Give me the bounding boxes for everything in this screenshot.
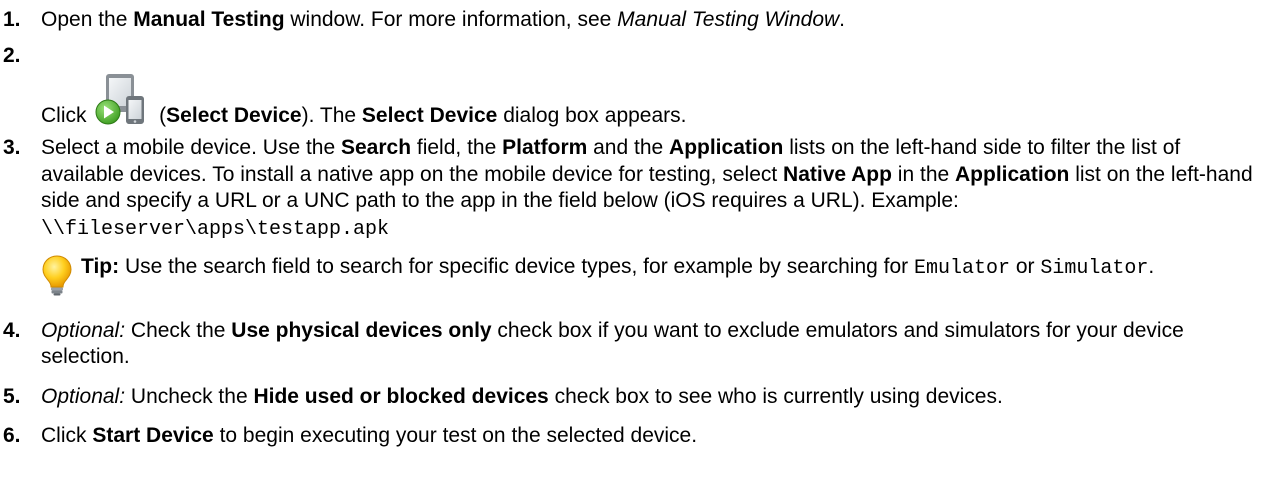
step-text-segment: Select a mobile device. Use the	[41, 136, 341, 159]
step-text: Optional: Uncheck the Hide used or block…	[41, 384, 1258, 410]
tip-label: Tip:	[81, 255, 120, 278]
step-text-segment: Uncheck the	[125, 385, 254, 408]
step-number: 6.	[3, 424, 21, 447]
ui-term-manual-testing: Manual Testing	[133, 8, 285, 31]
step-text-segment: window. For more information, see	[284, 8, 618, 31]
ui-term-platform: Platform	[502, 136, 588, 159]
tip-text-segment: Use the search field to search for speci…	[119, 255, 914, 278]
ui-term-start-device: Start Device	[92, 424, 214, 447]
step-number: 1.	[3, 8, 21, 31]
step-text-segment: in the	[891, 162, 956, 186]
step-text-segment: check box to see who is currently using …	[548, 385, 1003, 408]
lightbulb-icon	[41, 254, 73, 296]
optional-label: Optional:	[41, 385, 126, 408]
ui-term-native-app: Native App	[783, 162, 892, 186]
step-text-segment: to begin executing your test on the sele…	[213, 424, 698, 447]
step-number: 2.	[3, 44, 21, 67]
ui-term-application: Application	[669, 136, 784, 159]
optional-label: Optional:	[41, 319, 126, 342]
step-text-segment: (	[153, 104, 167, 127]
select-device-icon	[94, 72, 149, 128]
tip-text-segment: .	[1148, 255, 1155, 278]
step-text-segment: and the	[587, 136, 670, 159]
step-text: Select a mobile device. Use the Search f…	[41, 135, 1258, 243]
ui-term-search: Search	[341, 136, 412, 159]
step-text-segment: Click	[41, 104, 93, 127]
step-text-segment: field, the	[411, 136, 503, 159]
ui-term-use-physical-devices-only: Use physical devices only	[231, 319, 492, 342]
manual-testing-window-link[interactable]: Manual Testing Window	[617, 8, 839, 31]
step-number: 5.	[3, 385, 21, 408]
code-simulator: Simulator	[1040, 257, 1149, 280]
tip-text: Tip: Use the search field to search for …	[81, 254, 1258, 282]
step-text: Optional: Check the Use physical devices…	[41, 318, 1258, 370]
step-text-segment: Click	[41, 424, 93, 447]
step-text-segment: Check the	[125, 319, 232, 342]
ui-term-hide-used-or-blocked-devices: Hide used or blocked devices	[253, 385, 549, 408]
ui-term-select-device: Select Device	[166, 104, 302, 127]
step-text-segment: Open the	[41, 8, 134, 31]
step-number: 3.	[3, 136, 21, 159]
ui-term-select-device-dialog: Select Device	[361, 104, 498, 127]
example-path-code: \\fileserver\apps\testapp.apk	[41, 217, 390, 241]
document-body: 1. Open the Manual Testing window. For m…	[0, 0, 1264, 485]
step-text-segment: dialog box appears.	[497, 104, 687, 127]
ui-term-application: Application	[955, 162, 1070, 186]
code-emulator: Emulator	[913, 257, 1010, 280]
step-text: Open the Manual Testing window. For more…	[41, 7, 1258, 33]
step-text-segment: .	[839, 8, 846, 31]
step-number: 4.	[3, 319, 21, 342]
step-text: Click (Select Device). The Select Device…	[41, 72, 1258, 129]
tip-text-segment: or	[1010, 255, 1041, 278]
step-text: Click Start Device to begin executing yo…	[41, 423, 1258, 449]
step-text-segment: ). The	[301, 104, 362, 127]
